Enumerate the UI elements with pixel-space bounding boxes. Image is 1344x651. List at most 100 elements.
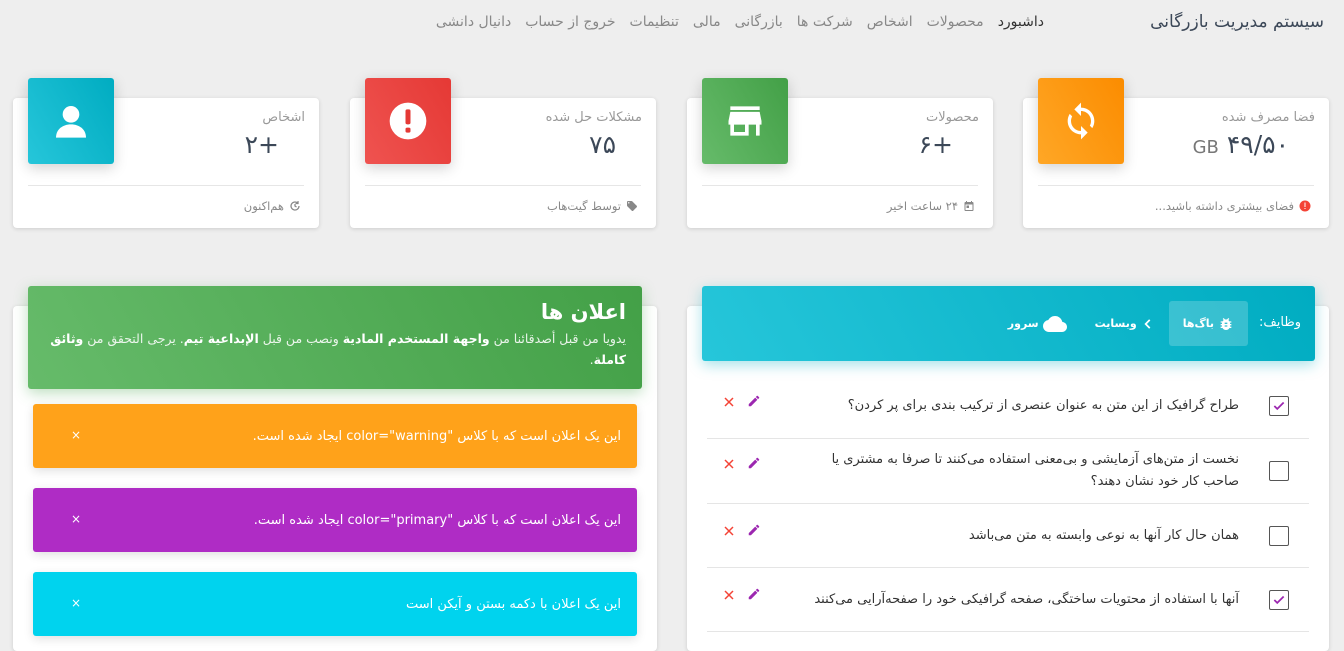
- alert-text: این یک اعلان است که با کلاس "color="warn…: [252, 428, 621, 444]
- stat-icon-box: [365, 78, 451, 164]
- tag-icon: [627, 201, 637, 211]
- nav-settings[interactable]: تنظیمات: [630, 14, 679, 30]
- task-checkbox[interactable]: [1269, 590, 1289, 610]
- notifications-header: اعلان ها يدويا من قبل أصدقائنا من واجهة …: [28, 286, 642, 389]
- update-icon: [290, 201, 300, 211]
- notifications-card: اعلان ها يدويا من قبل أصدقائنا من واجهة …: [13, 286, 657, 651]
- close-icon[interactable]: ×: [71, 428, 81, 442]
- stat-value-number: ۴۹/۵۰: [1226, 130, 1289, 159]
- stat-card-products: محصولات +۶ ۲۴ ساعت اخیر: [687, 78, 993, 228]
- subtitle-text: ونصب من قبل: [258, 331, 343, 346]
- divider: [28, 185, 304, 186]
- task-row: همان حال کار آنها به نوعی وابسته به متن …: [707, 504, 1309, 568]
- tasks-title: وظایف:: [1258, 315, 1301, 330]
- stat-value: ۴۹/۵۰ GB: [1193, 130, 1289, 159]
- stat-card-storage: فضا مصرف شده ۴۹/۵۰ GB فضای بیشتری داشته …: [1023, 78, 1329, 228]
- stat-value: +۲: [245, 130, 279, 159]
- nav-products[interactable]: محصولات: [927, 14, 984, 30]
- store-icon: [728, 106, 762, 136]
- stat-category: فضا مصرف شده: [1221, 110, 1315, 125]
- top-navbar: سیستم مدیریت بازرگانی داشبورد محصولات اش…: [0, 0, 1344, 46]
- alert-primary: این یک اعلان است که با کلاس "color="prim…: [33, 488, 637, 552]
- bug-icon: [1220, 317, 1232, 330]
- tasks-header: وظایف: باگ‌ها وبسایت سرور: [702, 286, 1315, 361]
- task-text: همان حال کار آنها به نوعی وابسته به متن …: [968, 528, 1239, 543]
- refresh-icon: [1067, 102, 1095, 140]
- check-icon: [1273, 401, 1285, 411]
- tasks-card: وظایف: باگ‌ها وبسایت سرور طراح گرافیک از…: [687, 286, 1329, 651]
- task-checkbox[interactable]: [1269, 396, 1289, 416]
- stat-footer: ۲۴ ساعت اخیر: [887, 199, 975, 213]
- tab-label: وبسایت: [1094, 317, 1137, 330]
- close-icon[interactable]: ×: [71, 596, 81, 610]
- error-icon: [1299, 200, 1311, 212]
- edit-icon[interactable]: [747, 394, 761, 408]
- stat-card-issues: مشکلات حل شده ۷۵ توسط گیت‌هاب: [350, 78, 656, 228]
- stat-icon-box: [702, 78, 788, 164]
- task-text: طراح گرافیک از این متن به عنوان عنصری از…: [847, 398, 1239, 413]
- alert-info: این یک اعلان با دکمه بستن و آیکن است ×: [33, 572, 637, 636]
- close-icon[interactable]: ×: [71, 512, 81, 526]
- delete-icon[interactable]: [723, 458, 735, 470]
- edit-icon[interactable]: [747, 587, 761, 601]
- stat-footer-text: هم‌اکنون: [243, 199, 284, 213]
- divider: [702, 185, 978, 186]
- alert-text: این یک اعلان است که با کلاس "color="prim…: [253, 512, 621, 528]
- notifications-subtitle: يدويا من قبل أصدقائنا من واجهة المستخدم …: [44, 328, 626, 370]
- tab-website[interactable]: وبسایت: [1081, 301, 1169, 346]
- subtitle-link[interactable]: الإبداعية تيم: [184, 331, 259, 346]
- divider: [365, 185, 641, 186]
- stat-icon-box: [1038, 78, 1124, 164]
- subtitle-link[interactable]: واجهة المستخدم المادية: [343, 331, 490, 346]
- stat-footer-text: ۲۴ ساعت اخیر: [886, 199, 958, 213]
- task-checkbox[interactable]: [1269, 461, 1289, 481]
- nav-logout[interactable]: خروج از حساب: [525, 14, 615, 30]
- stat-footer: توسط گیت‌هاب: [547, 199, 638, 213]
- tab-server[interactable]: سرور: [994, 301, 1081, 346]
- alert-text: این یک اعلان با دکمه بستن و آیکن است: [405, 596, 621, 612]
- stat-icon-box: [28, 78, 114, 164]
- task-text: آنها با استفاده از محتویات ساختگی، صفحه …: [814, 592, 1239, 607]
- edit-icon[interactable]: [747, 456, 761, 470]
- tab-bugs[interactable]: باگ‌ها: [1168, 301, 1248, 346]
- stat-value: +۶: [919, 130, 953, 159]
- stat-value-number: +۲: [244, 130, 279, 159]
- nav-user[interactable]: دانیال دانشی: [436, 14, 511, 30]
- task-row: نخست از متن‌های آزمایشی و بی‌معنی استفاد…: [707, 439, 1309, 504]
- stat-value-unit: GB: [1192, 137, 1219, 158]
- nav-finance[interactable]: مالی: [693, 14, 721, 30]
- nav-people[interactable]: اشخاص: [867, 14, 913, 30]
- stat-footer-text: توسط گیت‌هاب: [547, 199, 621, 213]
- check-icon: [1273, 595, 1285, 605]
- tab-label: سرور: [1007, 317, 1039, 330]
- task-checkbox[interactable]: [1269, 526, 1289, 546]
- stat-value: ۷۵: [589, 130, 616, 159]
- nav-companies[interactable]: شرکت ها: [797, 14, 853, 30]
- brand-title[interactable]: سیستم مدیریت بازرگانی: [1150, 12, 1324, 32]
- subtitle-text: . يرجى التحقق من: [83, 331, 184, 346]
- delete-icon[interactable]: [723, 396, 735, 408]
- task-row: آنها با استفاده از محتویات ساختگی، صفحه …: [707, 568, 1309, 632]
- task-text: نخست از متن‌های آزمایشی و بی‌معنی استفاد…: [831, 452, 1239, 489]
- task-row: طراح گرافیک از این متن به عنوان عنصری از…: [707, 374, 1309, 439]
- divider: [1038, 185, 1314, 186]
- stat-value-number: +۶: [918, 130, 953, 159]
- calendar-icon: [964, 201, 974, 211]
- tab-label: باگ‌ها: [1182, 317, 1214, 330]
- edit-icon[interactable]: [747, 523, 761, 537]
- main-nav: داشبورد محصولات اشخاص شرکت ها بازرگانی م…: [422, 14, 1044, 30]
- stat-footer: هم‌اکنون: [244, 199, 301, 213]
- alert-warning: این یک اعلان است که با کلاس "color="warn…: [33, 404, 637, 468]
- code-icon: [1144, 318, 1151, 329]
- stat-category: اشخاص: [262, 110, 305, 125]
- nav-commerce[interactable]: بازرگانی: [735, 14, 783, 30]
- alert-icon: [389, 102, 427, 140]
- delete-icon[interactable]: [723, 589, 735, 601]
- stat-footer-text[interactable]: فضای بیشتری داشته باشید...: [1155, 199, 1294, 213]
- nav-dashboard[interactable]: داشبورد: [998, 14, 1044, 30]
- stat-category: محصولات: [926, 110, 979, 125]
- tasks-tabs: باگ‌ها وبسایت سرور: [994, 301, 1248, 346]
- stat-value-number: ۷۵: [589, 130, 616, 159]
- person-icon: [56, 106, 86, 138]
- delete-icon[interactable]: [723, 525, 735, 537]
